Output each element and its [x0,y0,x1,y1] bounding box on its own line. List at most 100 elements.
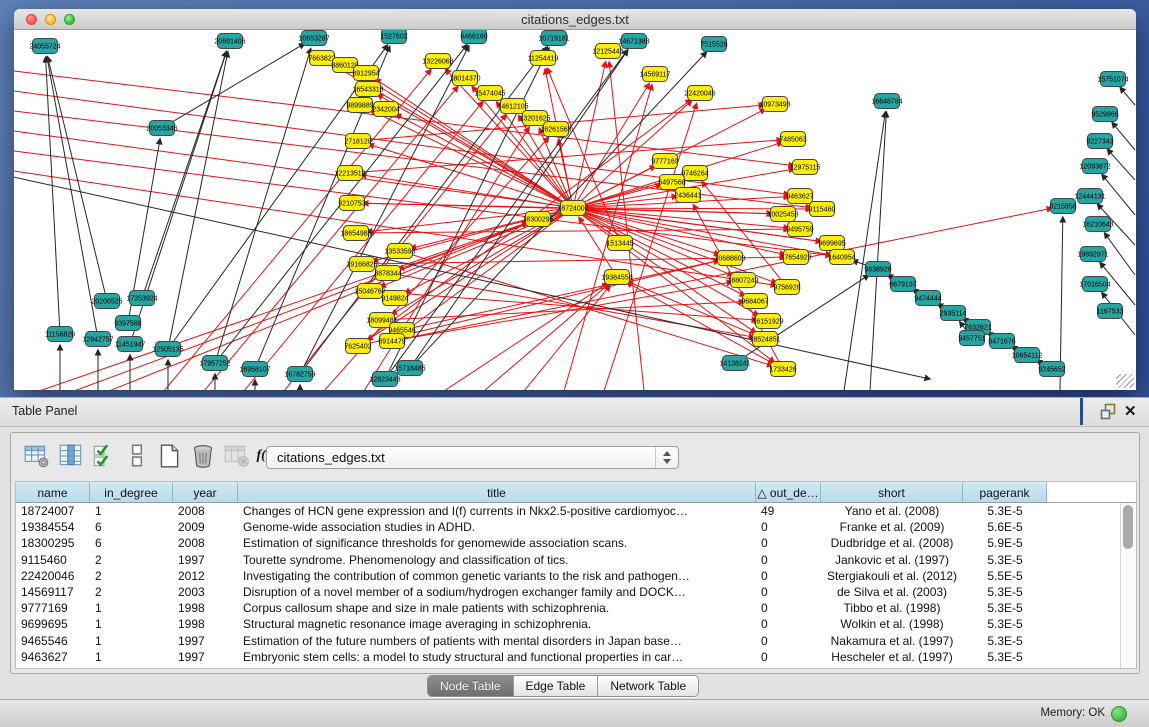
paper-node[interactable]: 9684067 [741,294,768,309]
column-header-5[interactable]: short [821,482,963,502]
paper-node[interactable]: 12213512 [334,166,365,181]
paper-node[interactable]: 16543318 [352,82,383,97]
paper-node[interactable]: 15718485 [394,361,425,376]
paper-node[interactable]: 19166825 [346,257,377,272]
paper-node[interactable]: 10654112 [1012,348,1043,363]
paper-node[interactable]: 7485063 [779,132,806,147]
paper-node[interactable]: 9529966 [1091,107,1118,122]
citation-edge[interactable] [217,49,310,356]
paper-node[interactable]: 6679197 [889,277,916,292]
paper-node[interactable]: 19384554 [601,270,632,285]
paper-node[interactable]: 9699695 [818,236,845,251]
paper-node[interactable]: 13226068 [422,54,453,69]
column-header-6[interactable]: pagerank [963,482,1047,502]
vertical-scrollbar[interactable] [1120,503,1136,668]
paper-node[interactable]: 10719181 [538,31,569,46]
citation-network-graph[interactable]: 1872400718300295766382288601288912954165… [14,30,1136,390]
paper-node[interactable]: 16782759 [284,367,315,382]
paper-node[interactable]: 12505135 [152,342,183,357]
float-panel-icon[interactable] [1100,403,1117,420]
paper-node[interactable]: 10973493 [759,97,790,112]
citation-edge[interactable] [14,151,831,256]
paper-node[interactable]: 18807249 [727,273,758,288]
paper-node[interactable]: 6466160 [460,30,487,44]
paper-node[interactable]: 9777169 [651,154,678,169]
citation-edge[interactable] [1107,149,1135,180]
table-row[interactable]: 969969511998Structural magnetic resonanc… [16,616,1121,632]
table-row[interactable]: 946554611997Estimation of the future num… [16,633,1121,649]
paper-node[interactable]: 15474045 [474,86,505,101]
table-row[interactable]: 946362711997Embryonic stem cells: a mode… [16,649,1121,665]
paper-node[interactable]: 20691406 [214,34,245,49]
paper-node[interactable]: 10025458 [767,207,798,222]
paper-node[interactable]: 16958107 [239,362,270,377]
table-selector-dropdown[interactable]: citations_edges.txt [266,446,679,469]
paper-node[interactable]: 1640954 [828,250,855,265]
table-row[interactable]: 1456911722003Disruption of a novel membe… [16,584,1121,600]
paper-node[interactable]: 16210643 [1082,217,1113,232]
paper-node[interactable]: 12823448 [369,372,400,387]
paper-node[interactable]: 6914479 [378,334,405,349]
citation-edge[interactable] [1104,233,1135,275]
column-header-4[interactable]: △ out_de… [756,482,821,502]
table-row[interactable]: 1872400712008Changes of HCN gene express… [16,503,1121,519]
network-canvas[interactable]: 1872400718300295766382288601288912954165… [14,30,1136,390]
paper-node[interactable]: 2935114 [940,306,967,321]
paper-node[interactable]: 9495759 [786,222,813,237]
paper-node[interactable]: 9838926 [864,262,891,277]
column-header-3[interactable]: title [238,482,756,502]
paper-node[interactable]: 9474444 [914,291,941,306]
paper-node[interactable]: 9756928 [773,280,800,295]
paper-node[interactable]: 12975115 [790,160,821,175]
table-row[interactable]: 1938455462009Genome-wide association stu… [16,519,1121,535]
paper-node[interactable]: 14671388 [618,34,649,49]
paper-node[interactable]: 12125443 [592,44,623,59]
paper-node[interactable]: 9245652 [1038,362,1065,377]
paper-node[interactable]: 22420046 [684,86,715,101]
paper-node[interactable]: 9457751 [958,331,985,346]
column-header-0[interactable]: name [16,482,90,502]
paper-node[interactable]: 12942757 [82,332,113,347]
paper-node[interactable]: 19892971 [1077,247,1108,262]
column-header-1[interactable]: in_degree [90,482,173,502]
paper-node[interactable]: 8215958 [1049,199,1076,214]
paper-node[interactable]: 12444131 [1074,189,1105,204]
paper-node[interactable]: 9149824 [381,291,408,306]
paper-node[interactable]: 24055724 [29,39,60,54]
paper-node[interactable]: 18724007 [557,201,588,216]
paper-node[interactable]: 16151929 [752,314,783,329]
table-panel-titlebar[interactable]: Table Panel ✕ [0,397,1149,427]
citation-edge[interactable] [1112,122,1135,150]
paper-node[interactable]: 16648784 [871,94,902,109]
dropdown-stepper-icon[interactable] [655,447,678,468]
paper-node[interactable]: 9899889 [346,98,373,113]
paper-node[interactable]: 1527602 [380,30,407,44]
paper-node[interactable]: 1513445 [606,236,633,251]
resize-grip[interactable] [1116,374,1134,388]
paper-node[interactable]: 10653287 [298,31,329,46]
citation-edge[interactable] [1120,87,1135,105]
paper-node[interactable]: 1167533 [1097,304,1124,319]
close-panel-icon[interactable]: ✕ [1124,402,1137,420]
select-rows-icon[interactable] [91,443,119,469]
column-header-2[interactable]: year [173,482,238,502]
citation-edge[interactable] [204,86,458,390]
paper-node[interactable]: 9463627 [786,189,813,204]
paper-node[interactable]: 7515526 [700,37,727,52]
paper-node[interactable]: 8471676 [988,334,1015,349]
paper-node[interactable]: 20206526 [91,294,122,309]
citation-edge[interactable] [524,286,610,390]
paper-node[interactable]: 7625402 [344,339,371,354]
paper-node[interactable]: 16261563 [540,122,571,137]
citation-edge[interactable] [354,71,566,204]
paper-node[interactable]: 18524851 [749,332,780,347]
new-file-icon[interactable] [155,443,183,469]
paper-node[interactable]: 11156829 [45,327,75,342]
table-row[interactable]: 911546021997Tourette syndrome. Phenomeno… [16,552,1121,568]
paper-node[interactable]: 1733426 [769,362,796,377]
paper-node[interactable]: 8878344 [374,266,401,281]
citation-edge[interactable] [444,283,608,390]
paper-node[interactable]: 14569117 [640,67,671,82]
paper-node[interactable]: 9115460 [809,202,836,217]
table-settings-icon[interactable] [23,443,51,469]
